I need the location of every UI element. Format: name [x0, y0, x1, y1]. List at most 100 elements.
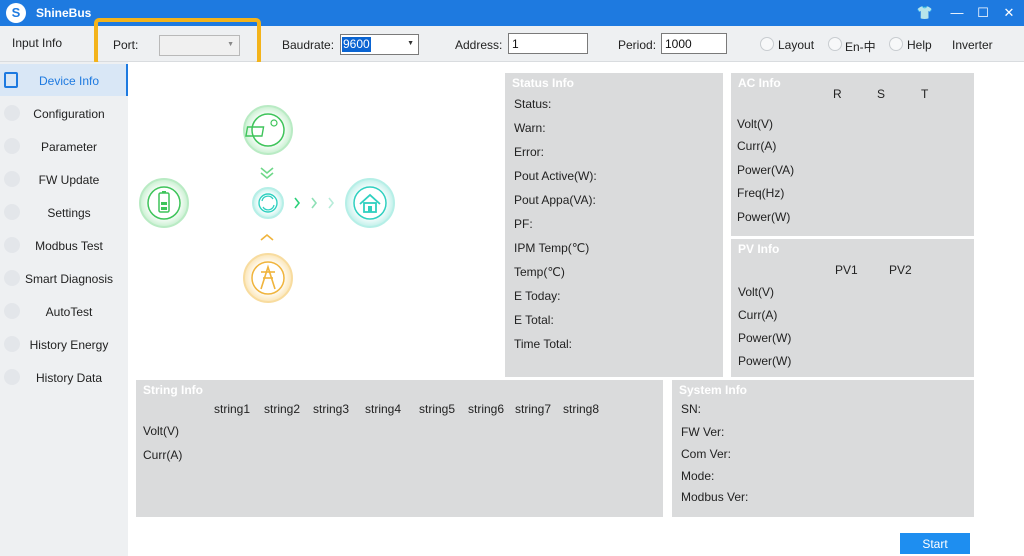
sidebar-item-label: Modbus Test: [35, 239, 103, 253]
ac-row-power-w: Power(W): [737, 210, 791, 224]
string-col-2: string2: [264, 402, 301, 416]
sidebar-item-history-energy[interactable]: History Energy: [0, 328, 128, 360]
time-total-field: Time Total:: [514, 337, 573, 351]
sidebar-item-label: Configuration: [33, 107, 105, 121]
sidebar-item-modbus-test[interactable]: Modbus Test: [0, 229, 128, 261]
baudrate-select[interactable]: 9600 ▼: [340, 34, 419, 55]
com-ver-field: Com Ver:: [681, 447, 732, 461]
e-total-field: E Total:: [514, 313, 554, 327]
pf-field: PF:: [514, 217, 533, 231]
main-content: Status Info Status: Warn: Error: Pout Ac…: [128, 62, 1024, 556]
close-icon[interactable]: ✕: [998, 2, 1020, 24]
string-col-7: string7: [515, 402, 552, 416]
ac-row-power-va: Power(VA): [737, 163, 795, 177]
start-button[interactable]: Start: [900, 533, 970, 554]
baudrate-label: Baudrate:: [282, 38, 335, 52]
language-button[interactable]: En-中: [845, 38, 876, 55]
energy-flow-diagram: [139, 105, 395, 303]
status-info-title: Status Info: [512, 76, 574, 90]
pout-active-field: Pout Active(W):: [514, 169, 597, 183]
string-col-8: string8: [563, 402, 600, 416]
sidebar-item-label: FW Update: [38, 173, 100, 187]
sidebar-item-label: History Data: [35, 371, 103, 385]
inverter-button[interactable]: Inverter: [952, 38, 993, 52]
ac-col-s: S: [877, 87, 886, 101]
pv-row-curr: Curr(A): [738, 308, 778, 322]
globe-icon[interactable]: [828, 37, 842, 51]
string-row-curr: Curr(A): [143, 448, 183, 462]
chevron-right-icon: [294, 197, 335, 209]
period-input[interactable]: [661, 33, 727, 54]
string-col-1: string1: [214, 402, 251, 416]
sidebar-item-fw-update[interactable]: FW Update: [0, 163, 128, 195]
error-field: Error:: [514, 145, 544, 159]
sidebar-item-settings[interactable]: Settings: [0, 196, 128, 228]
sidebar-item-smart-diagnosis[interactable]: Smart Diagnosis: [0, 262, 128, 294]
port-highlight-box: [94, 18, 261, 66]
app-title: ShineBus: [36, 6, 92, 20]
baudrate-value: 9600: [342, 37, 371, 52]
sidebar-item-configuration[interactable]: Configuration: [0, 97, 128, 129]
sidebar-item-label: AutoTest: [45, 305, 93, 319]
pv-info-panel: PV Info PV1 PV2 Volt(V) Curr(A) Power(W)…: [731, 239, 974, 377]
string-info-panel: String Info string1 string2 string3 stri…: [136, 380, 663, 517]
string-col-3: string3: [313, 402, 350, 416]
mode-field: Mode:: [681, 469, 715, 483]
sidebar-item-autotest[interactable]: AutoTest: [0, 295, 128, 327]
sidebar-item-label: Settings: [47, 206, 91, 220]
temp-field: Temp(℃): [514, 265, 565, 279]
string-col-4: string4: [365, 402, 402, 416]
pv-row-power: Power(W): [738, 331, 792, 345]
warn-field: Warn:: [514, 121, 546, 135]
ac-row-freq: Freq(Hz): [737, 186, 785, 200]
pv-col-pv1: PV1: [835, 263, 858, 277]
status-info-panel: Status Info Status: Warn: Error: Pout Ac…: [505, 73, 723, 377]
string-info-title: String Info: [143, 383, 203, 397]
layout-button[interactable]: Layout: [778, 38, 814, 52]
sidebar: Device Info Configuration Parameter FW U…: [0, 62, 128, 556]
ac-row-curr: Curr(A): [737, 139, 777, 153]
sidebar-item-label: Parameter: [40, 140, 98, 154]
ac-col-t: T: [921, 87, 929, 101]
inverter-icon: [252, 187, 284, 219]
pv-row-volt: Volt(V): [738, 285, 775, 299]
ac-info-panel: AC Info R S T Volt(V) Curr(A) Power(VA) …: [731, 73, 974, 236]
system-info-title: System Info: [679, 383, 748, 397]
fw-ver-field: FW Ver:: [681, 425, 725, 439]
sidebar-item-label: Device Info: [38, 74, 100, 88]
minimize-icon[interactable]: —: [946, 2, 968, 24]
skin-icon[interactable]: 👕: [914, 2, 936, 24]
address-input[interactable]: [508, 33, 588, 54]
app-logo-icon: S: [6, 3, 26, 23]
chevron-down-icon: ▼: [407, 40, 414, 47]
period-label: Period:: [618, 38, 657, 52]
ac-info-title: AC Info: [738, 76, 781, 90]
layout-icon[interactable]: [760, 37, 774, 51]
input-info-label: Input Info: [12, 36, 63, 50]
sn-field: SN:: [681, 402, 702, 416]
pv-info-title: PV Info: [738, 242, 780, 256]
sidebar-item-label: History Energy: [29, 338, 109, 352]
maximize-icon[interactable]: ☐: [972, 2, 994, 24]
pv-col-pv2: PV2: [889, 263, 912, 277]
sidebar-item-device-info[interactable]: Device Info: [0, 64, 128, 96]
solar-panel-icon: [243, 105, 293, 155]
home-icon: [345, 178, 395, 228]
ipm-temp-field: IPM Temp(℃): [514, 241, 590, 255]
ac-col-r: R: [833, 87, 842, 101]
sidebar-item-history-data[interactable]: History Data: [0, 361, 128, 393]
help-button[interactable]: Help: [907, 38, 932, 52]
string-row-volt: Volt(V): [143, 424, 180, 438]
system-info-panel: System Info SN: FW Ver: Com Ver: Mode: M…: [672, 380, 974, 517]
battery-icon: [139, 178, 189, 228]
pv-row-power-2: Power(W): [738, 354, 792, 368]
sidebar-item-parameter[interactable]: Parameter: [0, 130, 128, 162]
string-col-5: string5: [419, 402, 456, 416]
help-icon[interactable]: [889, 37, 903, 51]
e-today-field: E Today:: [514, 289, 561, 303]
address-label: Address:: [455, 38, 503, 52]
status-field: Status:: [514, 97, 552, 111]
modbus-ver-field: Modbus Ver:: [681, 490, 749, 504]
string-col-6: string6: [468, 402, 505, 416]
sidebar-item-label: Smart Diagnosis: [24, 272, 114, 286]
